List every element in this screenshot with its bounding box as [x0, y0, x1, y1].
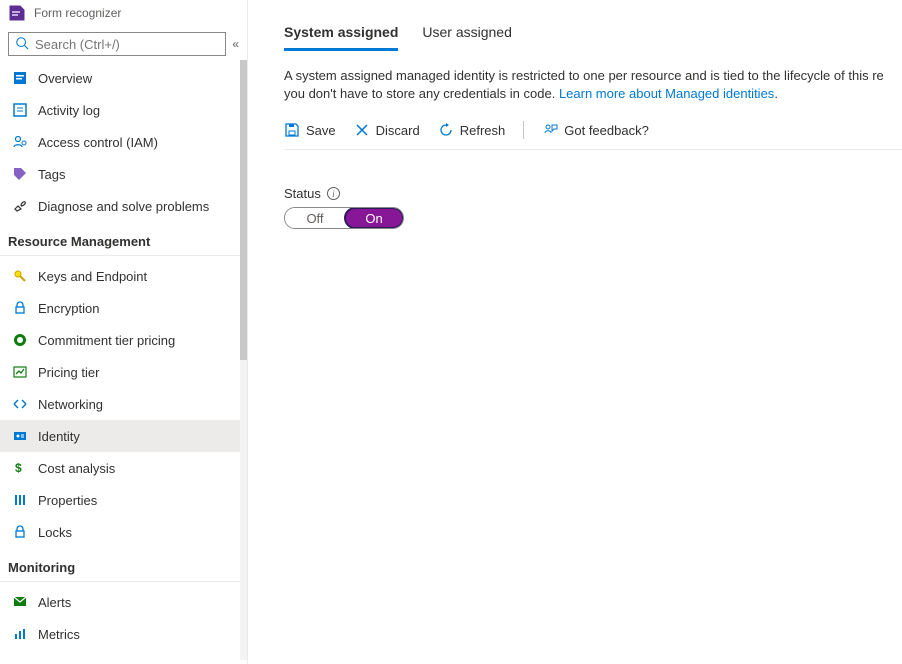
nav-item-label: Keys and Endpoint [38, 269, 147, 284]
description-text-2: you don't have to store any credentials … [284, 86, 559, 101]
overview-icon [12, 70, 28, 86]
feedback-button[interactable]: Got feedback? [542, 122, 649, 138]
nav-locks[interactable]: Locks [0, 516, 247, 548]
identity-icon [12, 428, 28, 444]
search-field[interactable] [35, 37, 219, 52]
nav-item-label: Identity [38, 429, 80, 444]
activity-log-icon [12, 102, 28, 118]
main-content: System assigned User assigned A system a… [248, 0, 902, 664]
discard-icon [354, 122, 370, 138]
search-input[interactable] [8, 32, 226, 56]
nav-metrics[interactable]: Metrics [0, 618, 247, 650]
nav-item-label: Diagnose and solve problems [38, 199, 209, 214]
nav-item-label: Networking [38, 397, 103, 412]
encryption-icon [12, 300, 28, 316]
learn-more-link[interactable]: Learn more about Managed identities [559, 86, 774, 101]
refresh-icon [438, 122, 454, 138]
locks-icon [12, 524, 28, 540]
nav-alerts[interactable]: Alerts [0, 586, 247, 618]
nav-item-label: Tags [38, 167, 65, 182]
search-icon [15, 36, 29, 53]
identity-tabs: System assigned User assigned [284, 24, 902, 51]
discard-label: Discard [376, 123, 420, 138]
scrollbar-thumb[interactable] [240, 60, 247, 360]
section-resource-management: Resource Management [0, 222, 247, 256]
cost-icon: $ [12, 460, 28, 476]
status-label: Status [284, 186, 321, 201]
status-toggle-on[interactable]: On [344, 207, 404, 229]
networking-icon [12, 396, 28, 412]
form-recognizer-icon [8, 4, 26, 22]
status-toggle-off[interactable]: Off [285, 208, 345, 228]
access-control-icon [12, 134, 28, 150]
nav-item-label: Metrics [38, 627, 80, 642]
nav-networking[interactable]: Networking [0, 388, 247, 420]
status-toggle[interactable]: Off On [284, 207, 404, 229]
identity-description: A system assigned managed identity is re… [284, 67, 902, 103]
section-monitoring: Monitoring [0, 548, 247, 582]
save-button[interactable]: Save [284, 122, 336, 138]
nav-item-label: Alerts [38, 595, 71, 610]
nav-item-label: Access control (IAM) [38, 135, 158, 150]
nav-item-label: Encryption [38, 301, 99, 316]
description-text-1: A system assigned managed identity is re… [284, 68, 884, 83]
status-block: Status i Off On [284, 186, 902, 229]
alerts-icon [12, 594, 28, 610]
tags-icon [12, 166, 28, 182]
discard-button[interactable]: Discard [354, 122, 420, 138]
nav-activity-log[interactable]: Activity log [0, 94, 247, 126]
nav-tags[interactable]: Tags [0, 158, 247, 190]
nav-access-control[interactable]: Access control (IAM) [0, 126, 247, 158]
feedback-icon [542, 122, 558, 138]
tab-user-assigned[interactable]: User assigned [422, 24, 512, 51]
info-icon[interactable]: i [327, 187, 340, 200]
nav-identity[interactable]: Identity [0, 420, 247, 452]
collapse-sidebar-button[interactable]: « [232, 37, 239, 51]
description-period: . [774, 86, 778, 101]
refresh-button[interactable]: Refresh [438, 122, 506, 138]
sidebar-scrollbar[interactable] [240, 60, 247, 660]
nav-keys-endpoint[interactable]: Keys and Endpoint [0, 260, 247, 292]
save-label: Save [306, 123, 336, 138]
nav-encryption[interactable]: Encryption [0, 292, 247, 324]
nav-commitment-tier[interactable]: Commitment tier pricing [0, 324, 247, 356]
nav-item-label: Commitment tier pricing [38, 333, 175, 348]
tab-system-assigned[interactable]: System assigned [284, 24, 398, 51]
nav-cost-analysis[interactable]: $ Cost analysis [0, 452, 247, 484]
nav-diagnose[interactable]: Diagnose and solve problems [0, 190, 247, 222]
commitment-icon [12, 332, 28, 348]
nav-properties[interactable]: Properties [0, 484, 247, 516]
resource-name: Form recognizer [34, 6, 121, 20]
pricing-tier-icon [12, 364, 28, 380]
diagnose-icon [12, 198, 28, 214]
toolbar: Save Discard Refresh Got feedback? [284, 121, 902, 150]
nav-item-label: Cost analysis [38, 461, 115, 476]
save-icon [284, 122, 300, 138]
nav-item-label: Properties [38, 493, 97, 508]
resource-heading: Form recognizer [0, 0, 247, 26]
sidebar: Form recognizer « Overview Activity log … [0, 0, 248, 664]
nav-pricing-tier[interactable]: Pricing tier [0, 356, 247, 388]
keys-icon [12, 268, 28, 284]
nav-item-label: Activity log [38, 103, 100, 118]
nav-overview[interactable]: Overview [0, 62, 247, 94]
metrics-icon [12, 626, 28, 642]
refresh-label: Refresh [460, 123, 506, 138]
nav-item-label: Overview [38, 71, 92, 86]
nav-item-label: Locks [38, 525, 72, 540]
svg-text:$: $ [15, 461, 22, 475]
toolbar-divider [523, 121, 524, 139]
nav-item-label: Pricing tier [38, 365, 99, 380]
feedback-label: Got feedback? [564, 123, 649, 138]
properties-icon [12, 492, 28, 508]
